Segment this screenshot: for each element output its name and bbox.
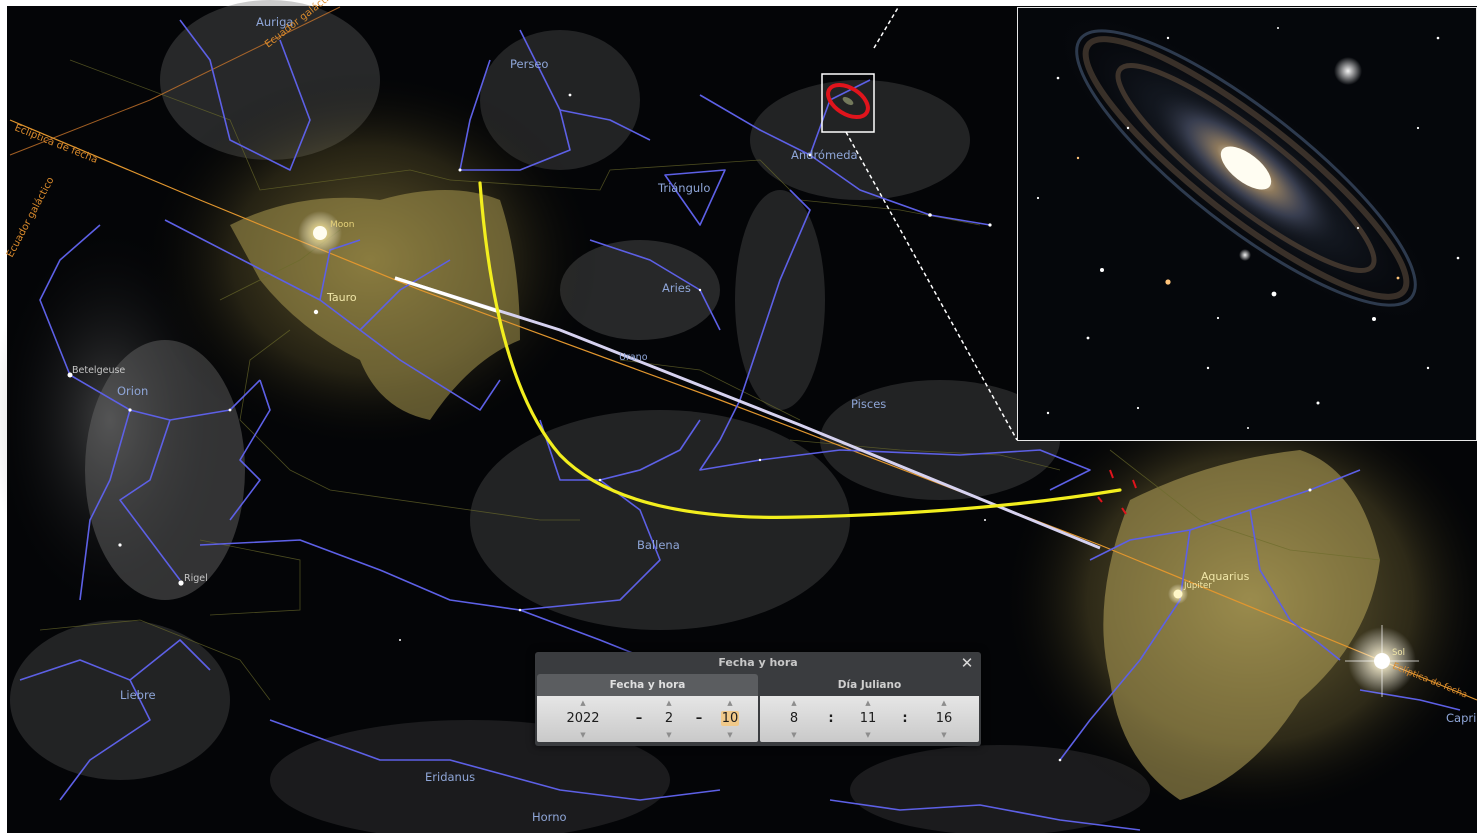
year-stepper[interactable]: ▲ 2022 ▼: [551, 696, 615, 742]
target-photo-inset: [1017, 7, 1477, 441]
label-taurus: Tauro: [326, 291, 357, 304]
day-up-arrow-icon[interactable]: ▲: [714, 699, 746, 707]
andromeda-galaxy-image: [1018, 8, 1476, 440]
label-galactic-equator-left: Ecuador galáctico: [4, 175, 56, 259]
label-betelgeuse: Betelgeuse: [72, 365, 125, 376]
label-triangulum: Triángulo: [657, 181, 710, 195]
time-panel: ▲ 8 ▼ : ▲ 11 ▼ : ▲ 16 ▼: [760, 696, 979, 742]
label-aries: Aries: [662, 281, 691, 295]
hour-down-arrow-icon[interactable]: ▼: [778, 731, 810, 739]
day-down-arrow-icon[interactable]: ▼: [714, 731, 746, 739]
planetarium-view[interactable]: Auriga Ecuador galáctico Eclíptica de fe…: [0, 0, 1477, 833]
label-lepus: Liebre: [120, 688, 156, 702]
label-perseus: Perseo: [510, 57, 548, 71]
minute-value[interactable]: 11: [852, 710, 884, 728]
label-fornax: Horno: [532, 810, 567, 824]
hour-stepper[interactable]: ▲ 8 ▼: [778, 696, 810, 742]
tab-date-time[interactable]: Fecha y hora: [537, 674, 758, 696]
page-margin-top: [0, 0, 1477, 6]
year-up-arrow-icon[interactable]: ▲: [551, 699, 615, 707]
month-value[interactable]: 2: [655, 710, 683, 728]
day-stepper[interactable]: ▲ 10 ▼: [714, 696, 746, 742]
second-stepper[interactable]: ▲ 16 ▼: [928, 696, 960, 742]
second-up-arrow-icon[interactable]: ▲: [928, 699, 960, 707]
label-eridanus: Eridanus: [425, 770, 475, 784]
zoom-connectors: [845, 5, 1018, 441]
date-time-dialog[interactable]: Fecha y hora ✕ Fecha y hora Día Juliano …: [535, 652, 981, 746]
date-panel: ▲ 2022 ▼ – ▲ 2 ▼ – ▲ 10 ▼: [537, 696, 758, 742]
label-cetus: Ballena: [637, 538, 680, 552]
time-separator: :: [828, 711, 834, 726]
label-orion: Orion: [117, 384, 148, 398]
year-down-arrow-icon[interactable]: ▼: [551, 731, 615, 739]
close-icon[interactable]: ✕: [959, 654, 975, 672]
year-value[interactable]: 2022: [551, 710, 615, 728]
tab-julian-day[interactable]: Día Juliano: [760, 674, 979, 696]
minute-up-arrow-icon[interactable]: ▲: [852, 699, 884, 707]
date-separator: –: [695, 711, 703, 726]
moon-marker[interactable]: [298, 211, 342, 255]
month-down-arrow-icon[interactable]: ▼: [655, 731, 683, 739]
dialog-title: Fecha y hora: [718, 656, 798, 669]
label-capricornus: Capri: [1446, 711, 1476, 725]
month-stepper[interactable]: ▲ 2 ▼: [655, 696, 683, 742]
month-up-arrow-icon[interactable]: ▲: [655, 699, 683, 707]
label-rigel: Rigel: [184, 573, 208, 584]
day-value[interactable]: 10: [720, 711, 740, 726]
label-jupiter: Júpiter: [1183, 581, 1212, 591]
label-uranus: Urano: [619, 352, 648, 363]
label-andromeda: Andrómeda: [791, 148, 858, 162]
label-moon: Moon: [330, 220, 354, 230]
hour-value[interactable]: 8: [778, 710, 810, 728]
second-down-arrow-icon[interactable]: ▼: [928, 731, 960, 739]
second-value[interactable]: 16: [928, 710, 960, 728]
hour-up-arrow-icon[interactable]: ▲: [778, 699, 810, 707]
time-separator: :: [902, 711, 908, 726]
label-sun: Sol: [1392, 648, 1405, 658]
label-pisces: Pisces: [851, 397, 886, 411]
label-ecliptic: Eclíptica de fecha: [13, 122, 100, 166]
minute-down-arrow-icon[interactable]: ▼: [852, 731, 884, 739]
minute-stepper[interactable]: ▲ 11 ▼: [852, 696, 884, 742]
date-separator: –: [635, 711, 643, 726]
